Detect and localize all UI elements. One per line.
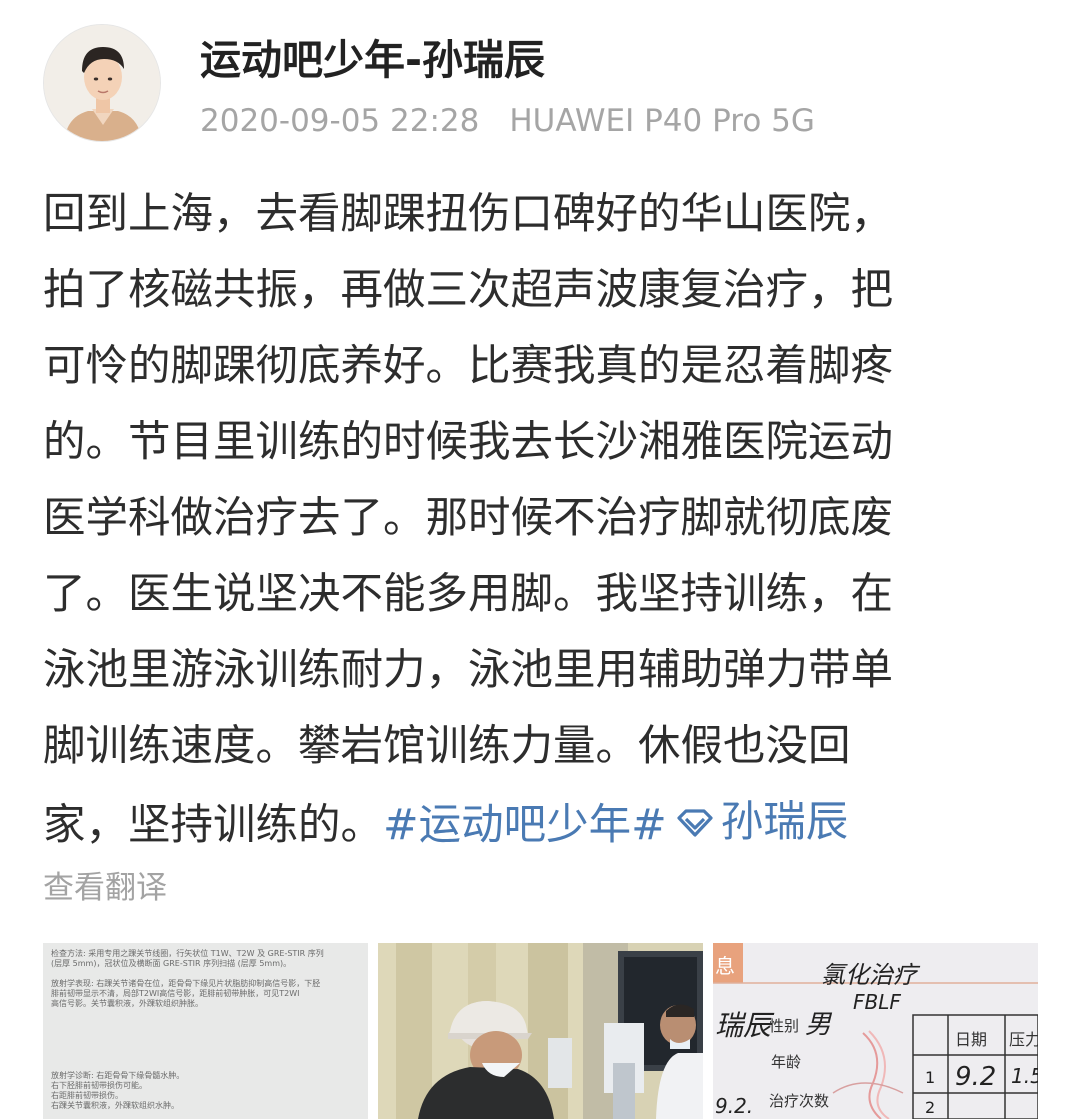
record-header-text: 息 — [715, 954, 735, 978]
post-meta: 2020-09-05 22:28 HUAWEI P40 Pro 5G — [200, 100, 815, 142]
diamond-icon — [677, 809, 713, 837]
report-row: 右下胫腓前韧带损伤可能。 — [51, 1081, 147, 1090]
report-row: 高信号影。关节囊积液，外踝软组织肿胀。 — [51, 999, 203, 1008]
report-row: 放射学诊断: 右距骨骨下缘骨髓水肿。 — [51, 1071, 185, 1080]
record-count-label: 治疗次数 — [769, 1092, 829, 1110]
record-age-label: 年龄 — [771, 1053, 801, 1071]
record-gender-value: 男 — [805, 1010, 833, 1040]
record-row1-date: 9.2 — [955, 1062, 996, 1092]
record-gender-label: 性别 — [769, 1017, 799, 1035]
image-thumbnail-treatment-photo[interactable] — [378, 943, 703, 1119]
avatar-portrait-icon — [44, 25, 160, 141]
report-row: 右距腓前韧带损伤。 — [51, 1091, 123, 1100]
record-row2-num: 2 — [925, 1098, 935, 1117]
post-line: 医学科做治疗去了。那时候不治疗脚就彻底废 — [43, 494, 894, 543]
record-handwriting-code: FBLF — [853, 990, 901, 1014]
report-row: 腓前韧带显示不清，局部T2WI高信号影，距腓前韧带肿胀，可见T2WI — [51, 989, 300, 998]
post-line-text: 家，坚持训练的。 — [43, 801, 384, 850]
record-pressure-label: 压力 — [1009, 1030, 1038, 1049]
report-row: 放射学表现: 右踝关节诸骨在位，距骨骨下缘见片状脂肪抑制高信号影，下胫 — [51, 979, 321, 988]
topic-link[interactable]: #运动吧少年# — [383, 801, 667, 850]
post-body: 回到上海，去看脚踝扭伤口碑好的华山医院， 拍了核磁共振，再做三次超声波康复治疗，… — [43, 177, 1028, 861]
record-name-field: 瑞辰 — [715, 1009, 775, 1042]
super-topic-link[interactable]: 孙瑞辰 — [667, 785, 849, 861]
record-row1-num: 1 — [925, 1068, 935, 1087]
image-thumbnail-radiology-report[interactable]: 检查方法: 采用专用之踝关节线圈，行矢状位 T1W、T2W 及 GRE-STIR… — [43, 943, 368, 1119]
avatar[interactable] — [43, 24, 161, 142]
post-line: 可怜的脚踝彻底养好。比赛我真的是忍着脚疼 — [43, 342, 894, 391]
translate-button[interactable]: 查看翻译 — [43, 866, 167, 910]
post-line: 了。医生说坚决不能多用脚。我坚持训练，在 — [43, 570, 894, 619]
post-timestamp: 2020-09-05 22:28 — [200, 103, 480, 139]
post-line: 回到上海，去看脚踝扭伤口碑好的华山医院， — [43, 190, 894, 239]
post-line: 脚训练速度。攀岩馆训练力量。休假也没回 — [43, 722, 851, 771]
device-source[interactable]: HUAWEI P40 Pro 5G — [509, 103, 815, 139]
record-handwriting: 氯化治疗 — [821, 961, 921, 989]
record-left-date: 9.2. — [715, 1094, 753, 1118]
record-row1-pressure: 1.5 — [1011, 1064, 1038, 1088]
report-row: (层厚 5mm)，冠状位及横断面 GRE-STIR 序列扫描 (层厚 5mm)。 — [51, 959, 292, 968]
treatment-photo-image — [378, 943, 703, 1119]
post-line: 拍了核磁共振，再做三次超声波康复治疗，把 — [43, 266, 894, 315]
treatment-record-image: 息 日期 压力 1 9.2 1.5 2 氯化治疗 FBLF 瑞辰 性别 男 年龄… — [713, 943, 1038, 1119]
author-name[interactable]: 运动吧少年-孙瑞辰 — [200, 34, 545, 86]
report-row: 右踝关节囊积液，外踝软组织水肿。 — [51, 1101, 179, 1110]
post-line: 的。节目里训练的时候我去长沙湘雅医院运动 — [43, 418, 894, 467]
weibo-post: 运动吧少年-孙瑞辰 2020-09-05 22:28 HUAWEI P40 Pro… — [0, 0, 1072, 1119]
super-topic-label: 孙瑞辰 — [720, 798, 849, 847]
report-row: 检查方法: 采用专用之踝关节线圈，行矢状位 T1W、T2W 及 GRE-STIR… — [51, 949, 324, 958]
record-date-label: 日期 — [955, 1030, 987, 1049]
post-line-last: 家，坚持训练的。#运动吧少年# 孙瑞辰 — [43, 785, 1028, 861]
report-text: 检查方法: 采用专用之踝关节线圈，行矢状位 T1W、T2W 及 GRE-STIR… — [51, 943, 360, 1111]
image-thumbnail-treatment-record[interactable]: 息 日期 压力 1 9.2 1.5 2 氯化治疗 FBLF 瑞辰 性别 男 年龄… — [713, 943, 1038, 1119]
post-line: 泳池里游泳训练耐力，泳池里用辅助弹力带单 — [43, 646, 894, 695]
